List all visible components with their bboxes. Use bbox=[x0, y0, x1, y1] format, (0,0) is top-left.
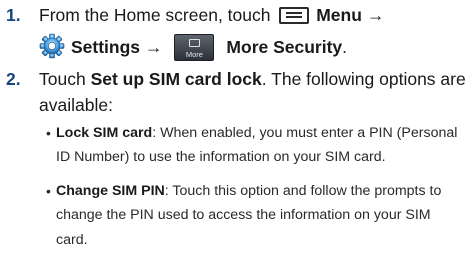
bullet-icon: • bbox=[46, 183, 51, 199]
bullet-line-3: card. bbox=[56, 228, 88, 253]
bullet-line-2: change the PIN used to access the inform… bbox=[56, 203, 431, 228]
bullet-line-1: Change SIM PIN: Touch this option and fo… bbox=[56, 179, 441, 204]
step-number: 1. bbox=[6, 5, 21, 25]
bullet-icon: • bbox=[46, 125, 51, 141]
settings-label: Settings bbox=[71, 37, 141, 57]
arrow-icon: → bbox=[366, 5, 385, 25]
setup-sim-lock-label: Set up SIM card lock bbox=[90, 69, 262, 89]
bullet-term: Change SIM PIN bbox=[56, 183, 165, 199]
bullet-text: card. bbox=[56, 232, 88, 248]
step-2-touch: Touch bbox=[39, 69, 86, 89]
bullet-text: : When enabled, you must enter a PIN (Pe… bbox=[152, 125, 458, 141]
more-icon: More bbox=[174, 34, 215, 61]
more-security-label: More Security bbox=[226, 37, 343, 57]
gear-icon bbox=[39, 33, 65, 59]
bullet-line-1: Lock SIM card: When enabled, you must en… bbox=[56, 121, 457, 146]
bullet-term: Lock SIM card bbox=[56, 125, 153, 141]
menu-label: Menu bbox=[316, 5, 362, 25]
bullet-text: ID Number) to use the information on you… bbox=[56, 149, 386, 165]
step-2-available: available: bbox=[39, 95, 113, 115]
manual-page: 1. From the Home screen, touch Menu → Se… bbox=[0, 0, 470, 264]
step-2-text: . The following options are bbox=[261, 69, 466, 89]
step-1-text: From the Home screen, touch bbox=[39, 5, 271, 25]
bullet-line-2: ID Number) to use the information on you… bbox=[56, 145, 386, 170]
step-1-line-1: From the Home screen, touch Menu → bbox=[39, 2, 384, 28]
step-2-line-1: Touch Set up SIM card lock. The followin… bbox=[39, 66, 466, 92]
menu-icon bbox=[279, 7, 310, 24]
step-1-line-2: Settings → More More Security. bbox=[39, 33, 347, 61]
more-icon-caption: More bbox=[185, 50, 203, 59]
bullet-text: change the PIN used to access the inform… bbox=[56, 207, 431, 223]
step-1-period: . bbox=[342, 37, 348, 57]
step-number: 2. bbox=[6, 69, 21, 89]
step-2-line-2: available: bbox=[39, 92, 113, 118]
bullet-text: : Touch this option and follow the promp… bbox=[164, 183, 442, 199]
arrow-icon: → bbox=[144, 37, 163, 57]
